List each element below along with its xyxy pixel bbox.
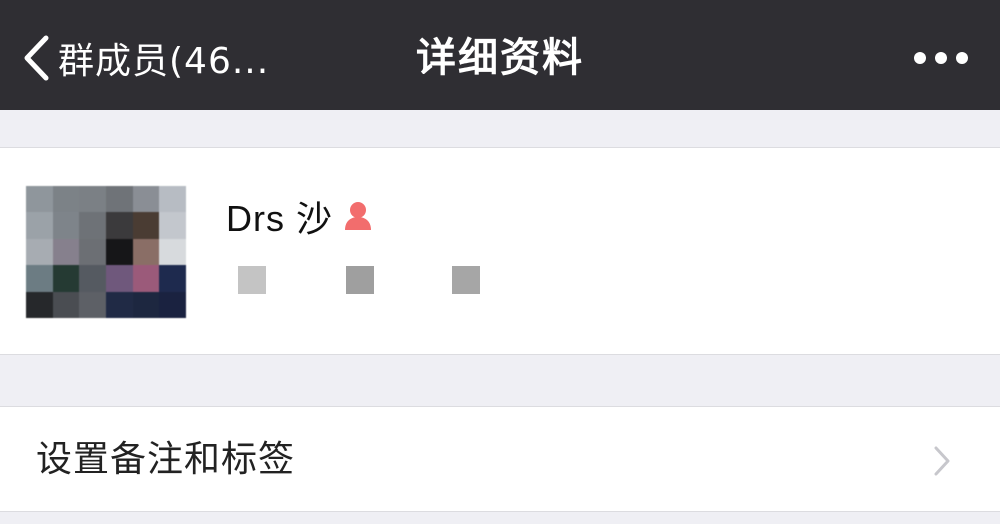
more-dots-icon <box>956 52 968 64</box>
name-row: Drs 沙 <box>226 188 375 244</box>
avatar-pixel <box>132 212 160 239</box>
more-dots-icon <box>935 52 947 64</box>
avatar-pixel <box>105 212 133 239</box>
avatar-pixel <box>52 212 80 239</box>
profile-card[interactable]: Drs 沙 <box>0 147 1000 355</box>
avatar-pixel <box>105 238 133 266</box>
set-remark-and-tags-label: 设置备注和标签 <box>36 439 296 480</box>
redacted-info <box>238 266 498 296</box>
avatar-pixel <box>26 238 53 266</box>
avatar-pixel <box>132 186 160 213</box>
avatar-pixel <box>132 291 160 318</box>
avatar-pixel <box>159 238 186 266</box>
female-icon <box>345 202 371 230</box>
avatar-pixel <box>52 265 80 292</box>
more-button[interactable] <box>914 44 968 72</box>
page-title: 详细资料 <box>416 35 584 81</box>
avatar-pixel <box>26 265 53 292</box>
nav-bar: 群成员(46... 详细资料 <box>0 0 1000 110</box>
set-remark-and-tags-row[interactable]: 设置备注和标签 <box>0 406 1000 512</box>
avatar-pixel <box>79 212 106 239</box>
avatar-pixel <box>105 186 133 213</box>
redacted-block <box>238 266 266 294</box>
avatar-pixel <box>159 212 186 239</box>
avatar-pixel <box>79 186 106 213</box>
avatar-pixel <box>132 238 160 266</box>
avatar[interactable] <box>26 186 186 318</box>
display-name: Drs 沙 <box>226 198 333 239</box>
more-dots-icon <box>914 52 926 64</box>
avatar-pixel <box>159 291 186 318</box>
redacted-block <box>452 266 480 294</box>
avatar-pixel <box>159 186 186 213</box>
avatar-pixel <box>52 238 80 266</box>
redacted-block <box>346 266 374 294</box>
avatar-pixel <box>79 291 106 318</box>
avatar-pixel <box>52 186 80 213</box>
avatar-pixel <box>105 291 133 318</box>
avatar-pixel <box>26 186 53 213</box>
avatar-pixel <box>159 265 186 292</box>
avatar-pixel <box>52 291 80 318</box>
avatar-pixel <box>132 265 160 292</box>
avatar-pixel <box>79 238 106 266</box>
avatar-pixel <box>79 265 106 292</box>
chevron-right-icon <box>934 446 950 476</box>
avatar-pixel <box>105 265 133 292</box>
avatar-pixel <box>26 291 53 318</box>
avatar-pixel <box>26 212 53 239</box>
